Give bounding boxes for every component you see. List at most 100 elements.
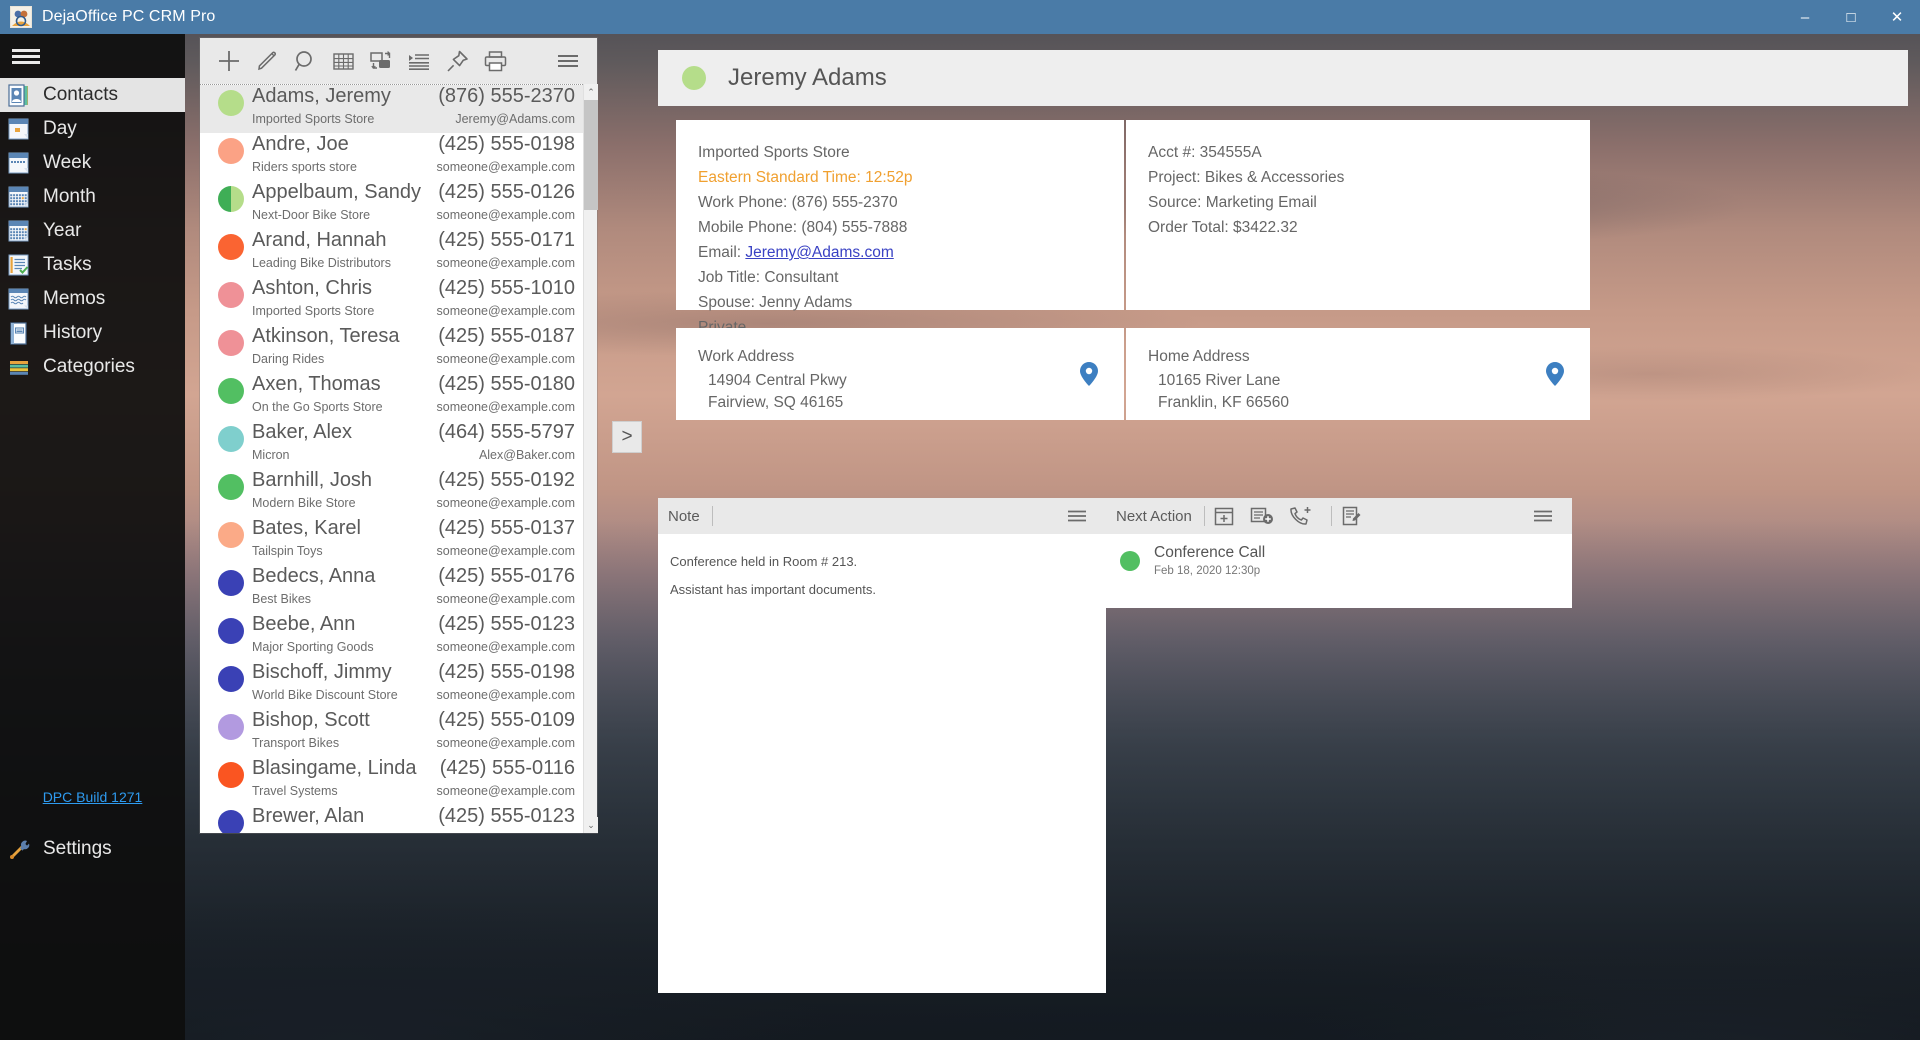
contact-list-item[interactable]: Bedecs, Anna (425) 555-0176 Best Bikes some…: [200, 565, 583, 613]
add-event-button[interactable]: [1205, 500, 1243, 532]
contact-company: Best Bikes: [252, 592, 312, 606]
contact-list-scroll-area[interactable]: Adams, Jeremy (876) 555-2370 Imported Spor…: [200, 84, 597, 833]
contact-email: someone@example.com: [436, 208, 575, 222]
sidebar-item-memos[interactable]: Memos: [0, 282, 185, 316]
edit-contact-button[interactable]: [248, 41, 286, 81]
note-body[interactable]: Conference held in Room # 213. Assistant…: [658, 534, 1106, 618]
categories-icon: [8, 356, 31, 379]
contact-name: Appelbaum, Sandy: [252, 181, 422, 203]
email-line: Email: Jeremy@Adams.com: [698, 240, 1102, 265]
contact-list-item[interactable]: Atkinson, Teresa (425) 555-0187 Daring Rid…: [200, 325, 583, 373]
sidebar-item-history[interactable]: History: [0, 316, 185, 350]
contact-list-item[interactable]: Andre, Joe (425) 555-0198 Riders sports st…: [200, 133, 583, 181]
contact-company: Major Sporting Goods: [252, 640, 374, 654]
sidebar-item-contacts[interactable]: Contacts: [0, 78, 185, 112]
contact-list-scrollbar[interactable]: ⌃ ⌄: [583, 84, 598, 833]
note-panel-bar: Note: [658, 498, 1106, 534]
map-pin-icon[interactable]: [1080, 362, 1098, 386]
sidebar-item-week[interactable]: Week: [0, 146, 185, 180]
contact-name: Atkinson, Teresa: [252, 325, 400, 347]
new-contact-button[interactable]: [210, 41, 248, 81]
search-button[interactable]: [286, 41, 324, 81]
contact-list-item[interactable]: Bates, Karel (425) 555-0137 Tailspin Toys s…: [200, 517, 583, 565]
contact-name: Bischoff, Jimmy: [252, 661, 392, 683]
next-action-menu-button[interactable]: [1524, 500, 1562, 532]
sidebar-item-month[interactable]: Month: [0, 180, 185, 214]
work-address-line1: 14904 Central Pkwy: [708, 372, 847, 389]
window-title: DejaOffice PC CRM Pro: [42, 8, 216, 25]
contact-name: Axen, Thomas: [252, 373, 381, 395]
contact-name: Bishop, Scott: [252, 709, 370, 731]
panel-expander-button[interactable]: >: [612, 421, 642, 453]
contact-phone: (425) 555-0198: [438, 133, 575, 155]
duplicate-button[interactable]: [362, 41, 400, 81]
scroll-down-arrow[interactable]: ⌄: [584, 817, 598, 833]
contact-list-item[interactable]: Adams, Jeremy (876) 555-2370 Imported Spor…: [200, 85, 583, 133]
print-button[interactable]: [476, 41, 514, 81]
minimize-button[interactable]: –: [1782, 0, 1828, 34]
sidebar-menu-button[interactable]: [0, 34, 185, 78]
close-button[interactable]: ✕: [1874, 0, 1920, 34]
contact-list-item[interactable]: Arand, Hannah (425) 555-0171 Leading Bike …: [200, 229, 583, 277]
contact-company: World Bike Discount Store: [252, 688, 398, 702]
contact-phone: (425) 555-1010: [438, 277, 575, 299]
contact-list-item[interactable]: Barnhill, Josh (425) 555-0192 Modern Bike …: [200, 469, 583, 517]
contact-email: someone@example.com: [436, 304, 575, 318]
contact-list-item[interactable]: Ashton, Chris (425) 555-1010 Imported Spor…: [200, 277, 583, 325]
contact-name: Baker, Alex: [252, 421, 353, 443]
add-note-button[interactable]: [1332, 500, 1370, 532]
next-action-item[interactable]: Conference Call Feb 18, 2020 12:30p: [1106, 534, 1572, 587]
sidebar-item-label: Month: [43, 186, 96, 207]
sidebar-item-year[interactable]: Year: [0, 214, 185, 248]
list-menu-button[interactable]: [549, 41, 587, 81]
contact-company: Travel Systems: [252, 784, 338, 798]
sidebar-item-categories[interactable]: Categories: [0, 350, 185, 384]
contact-phone: (425) 555-0126: [438, 181, 575, 203]
contact-name: Bates, Karel: [252, 517, 361, 539]
sidebar-item-day[interactable]: Day: [0, 112, 185, 146]
contact-email: someone@example.com: [436, 736, 575, 750]
add-call-button[interactable]: [1281, 500, 1319, 532]
sidebar-item-tasks[interactable]: Tasks: [0, 248, 185, 282]
indent-list-button[interactable]: [400, 41, 438, 81]
contact-email: Jeremy@Adams.com: [455, 112, 575, 126]
contact-list-item[interactable]: Axen, Thomas (425) 555-0180 On the Go Spor…: [200, 373, 583, 421]
contact-email: someone@example.com: [436, 592, 575, 606]
grid-view-button[interactable]: [324, 41, 362, 81]
contact-color-dot: [218, 666, 244, 692]
sidebar-item-label: Year: [43, 220, 82, 241]
maximize-button[interactable]: □: [1828, 0, 1874, 34]
contact-info-card: Imported Sports Store Eastern Standard T…: [676, 120, 1124, 336]
contact-list-item[interactable]: Bishop, Scott (425) 555-0109 Transport Bik…: [200, 709, 583, 757]
scrollbar-thumb[interactable]: [584, 100, 598, 210]
contact-color-dot: [218, 474, 244, 500]
contact-name: Bedecs, Anna: [252, 565, 376, 587]
map-pin-icon[interactable]: [1546, 362, 1564, 386]
contact-company: On the Go Sports Store: [252, 400, 383, 414]
next-action-panel: Next Action Conference Call Feb 18, 2020…: [1106, 498, 1572, 608]
sidebar-item-settings[interactable]: Settings: [0, 829, 185, 869]
contact-list-item[interactable]: Appelbaum, Sandy (425) 555-0126 Next-Door …: [200, 181, 583, 229]
contact-list-item[interactable]: Baker, Alex (464) 555-5797 Micron Alex@Bake…: [200, 421, 583, 469]
scroll-up-arrow[interactable]: ⌃: [584, 84, 598, 100]
contact-color-dot: [682, 66, 706, 90]
contact-phone: (464) 555-5797: [438, 421, 575, 443]
app-logo-icon: [10, 6, 32, 28]
note-menu-button[interactable]: [1058, 500, 1096, 532]
contact-list-item[interactable]: Beebe, Ann (425) 555-0123 Major Sporting G…: [200, 613, 583, 661]
year-icon: [8, 220, 31, 243]
contact-email: someone@example.com: [436, 544, 575, 558]
job-title-line: Job Title: Consultant: [698, 269, 839, 286]
contact-list-item[interactable]: Bischoff, Jimmy (425) 555-0198 World Bike …: [200, 661, 583, 709]
pin-button[interactable]: [438, 41, 476, 81]
contact-phone: (425) 555-0116: [439, 757, 575, 779]
add-task-button[interactable]: [1243, 500, 1281, 532]
contact-email: someone@example.com: [436, 688, 575, 702]
contact-list-item[interactable]: Brewer, Alan (425) 555-0123: [200, 805, 583, 833]
work-address-title: Work Address: [698, 348, 795, 365]
email-link[interactable]: Jeremy@Adams.com: [745, 244, 893, 261]
tasks-icon: [8, 254, 31, 277]
build-link[interactable]: DPC Build 1271: [0, 789, 185, 805]
window-controls: – □ ✕: [1782, 0, 1920, 34]
contact-list-item[interactable]: Blasingame, Linda (425) 555-0116 Travel Sy…: [200, 757, 583, 805]
